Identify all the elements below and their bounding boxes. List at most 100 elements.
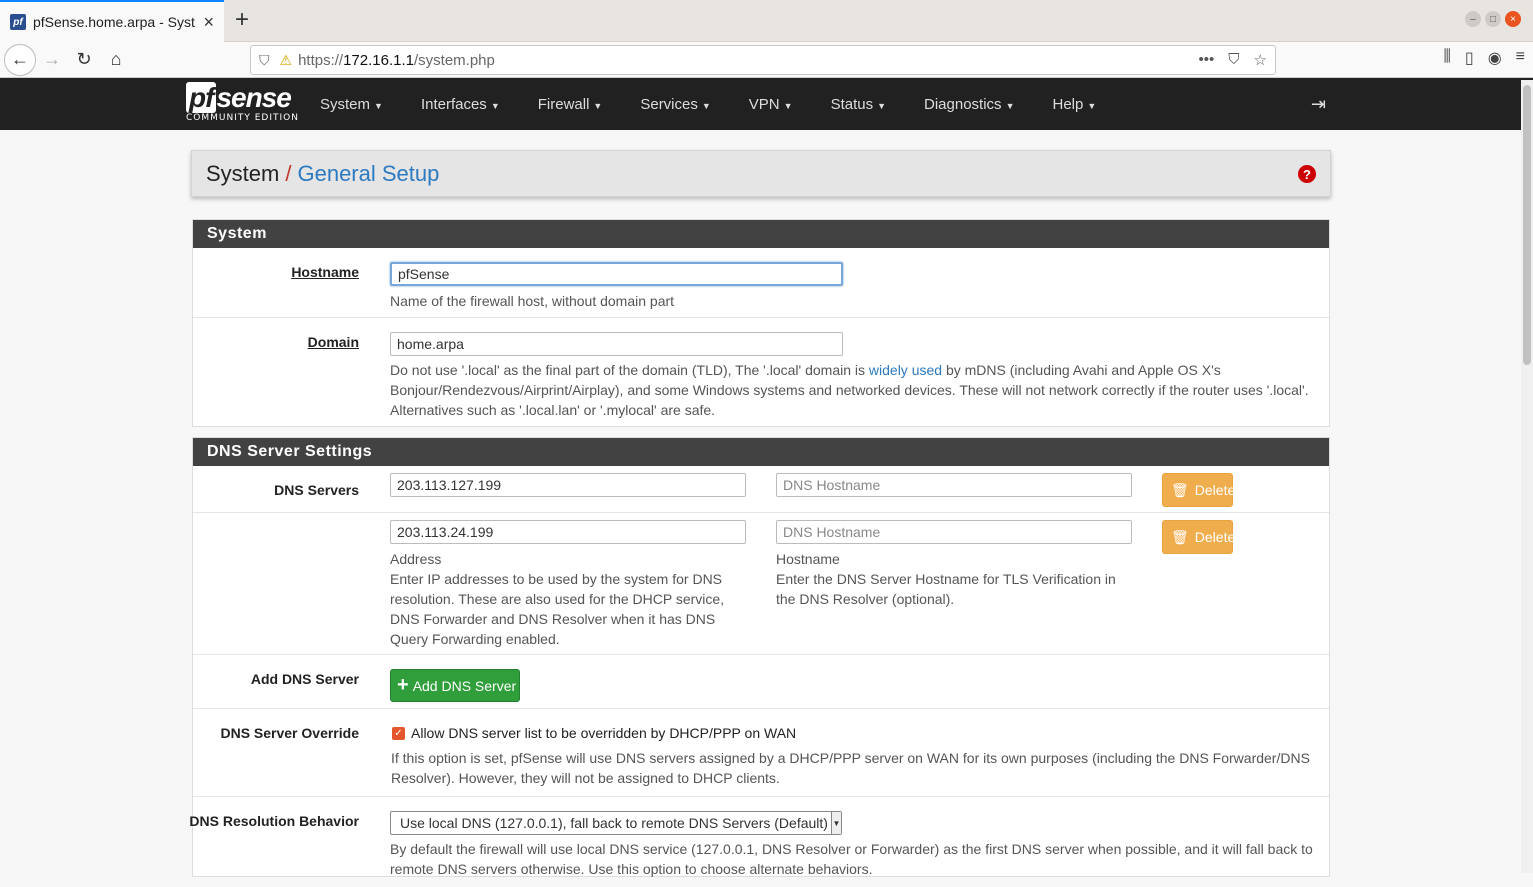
address-caption: Address (390, 551, 442, 567)
add-dns-row: Add DNS Server + Add DNS Server (193, 655, 1329, 709)
close-window-icon[interactable]: × (1505, 11, 1521, 27)
hostname-input[interactable]: pfSense (390, 262, 843, 286)
breadcrumb-current[interactable]: General Setup (297, 161, 439, 187)
browser-navbar: ← → ↻ ⌂ ⛉ ⚠ https://172.16.1.1/system.ph… (0, 42, 1533, 78)
address-help: Enter IP addresses to be used by the sys… (390, 571, 725, 647)
caret-down-icon: ▼ (374, 100, 383, 111)
bookmark-star-icon[interactable]: ☆ (1254, 51, 1267, 69)
dns-behavior-row: DNS Resolution Behavior Use local DNS (1… (189, 797, 1329, 887)
logout-icon[interactable]: ⇥ (1311, 94, 1326, 115)
pfsense-logo[interactable]: pf sense COMMUNITY EDITION (186, 82, 299, 123)
system-panel: System Hostname pfSense Name of the fire… (192, 219, 1330, 427)
url-host: 172.16.1.1 (343, 51, 414, 69)
tab-title: pfSense.home.arpa - Syst (33, 14, 195, 30)
browser-toolbar: ⫼ ▯ ◉ ≡ (1444, 48, 1526, 68)
override-help: If this option is set, pfSense will use … (391, 750, 1310, 786)
menu-diagnostics[interactable]: Diagnostics ▼ (924, 96, 1014, 113)
menu-interfaces[interactable]: Interfaces ▼ (421, 96, 500, 113)
logo-edition: COMMUNITY EDITION (186, 113, 299, 123)
dns-hostname-input[interactable]: DNS Hostname (776, 473, 1132, 497)
dns-hostname-input[interactable]: DNS Hostname (776, 520, 1132, 544)
url-scheme: https:// (298, 51, 344, 69)
pocket-icon[interactable]: ⛉ (1228, 51, 1239, 69)
breadcrumb-separator: / (285, 160, 292, 186)
hostname-row: Hostname pfSense Name of the firewall ho… (193, 248, 1329, 318)
caret-down-icon: ▼ (1005, 100, 1015, 111)
close-tab-icon[interactable]: × (203, 12, 214, 33)
dns-server-row: 203.113.24.199 DNS Hostname 🗑 Delete Addr… (193, 513, 1329, 655)
caret-down-icon: ▼ (701, 100, 711, 111)
back-icon[interactable]: ← (4, 43, 36, 76)
menu-services[interactable]: Services ▼ (640, 96, 710, 113)
panel-title: System (193, 220, 1329, 248)
pfsense-favicon-icon: pf (10, 14, 26, 30)
menu-system[interactable]: System ▼ (320, 96, 383, 113)
page-scrollbar[interactable] (1521, 80, 1533, 873)
new-tab-icon[interactable]: + (230, 6, 254, 34)
library-icon[interactable]: ⫼ (1444, 48, 1451, 68)
url-bar[interactable]: ⛉ ⚠ https://172.16.1.1/system.php ••• ⛉ … (250, 45, 1276, 75)
dns-behavior-label: DNS Resolution Behavior (189, 813, 359, 829)
breadcrumb-parent: System (206, 160, 280, 186)
caret-down-icon: ▼ (1087, 100, 1097, 111)
pfsense-header: pf sense COMMUNITY EDITION System ▼ Interf… (0, 78, 1533, 130)
domain-row: Domain home.arpa Do not use '.local' as … (193, 318, 1329, 427)
dns-address-input[interactable]: 203.113.127.199 (390, 473, 746, 497)
menu-firewall[interactable]: Firewall ▼ (538, 96, 603, 113)
browser-tabbar: pf pfSense.home.arpa - Syst × + – □ × (0, 0, 1533, 42)
browser-tab[interactable]: pf pfSense.home.arpa - Syst × (0, 0, 224, 42)
home-icon[interactable]: ⌂ (100, 44, 132, 76)
dns-settings-panel: DNS Server Settings DNS Servers 203.113.… (189, 437, 1330, 877)
delete-dns-button[interactable]: 🗑 Delete (1162, 520, 1235, 554)
dns-override-row: DNS Server Override ✓ Allow DNS server l… (193, 709, 1329, 797)
trash-icon: 🗑 (1171, 481, 1189, 498)
domain-label: Domain (307, 334, 359, 350)
add-dns-server-button[interactable]: + Add DNS Server (390, 669, 520, 702)
dns-behavior-select[interactable]: Use local DNS (127.0.0.1), fall back to … (390, 811, 842, 835)
hostname-help: Enter the DNS Server Hostname for TLS Ve… (776, 571, 1116, 607)
hostname-help: Name of the firewall host, without domai… (390, 293, 675, 309)
widely-used-link[interactable]: widely used (869, 362, 942, 378)
window-controls: – □ × (1465, 11, 1521, 27)
add-dns-label: Add DNS Server (250, 671, 359, 687)
page-actions-icon[interactable]: ••• (1199, 51, 1215, 69)
hostname-caption: Hostname (776, 551, 840, 567)
sidebar-icon[interactable]: ▯ (1465, 48, 1474, 68)
hostname-label: Hostname (291, 264, 359, 280)
caret-down-icon: ▼ (593, 100, 603, 111)
menu-vpn[interactable]: VPN ▼ (749, 96, 793, 113)
menu-help[interactable]: Help ▼ (1052, 96, 1096, 113)
reload-icon[interactable]: ↻ (68, 44, 100, 76)
account-icon[interactable]: ◉ (1488, 48, 1502, 68)
behavior-help: By default the firewall will use local D… (390, 841, 1313, 877)
forward-icon[interactable]: → (36, 44, 68, 76)
plus-icon: + (397, 674, 409, 696)
scrollbar-thumb[interactable] (1523, 85, 1531, 365)
caret-down-icon: ▼ (490, 100, 500, 111)
dns-override-label: DNS Server Override (220, 725, 359, 741)
delete-dns-button[interactable]: 🗑 Delete (1162, 473, 1235, 507)
insecure-lock-icon[interactable]: ⚠ (280, 52, 293, 69)
minimize-icon[interactable]: – (1465, 11, 1481, 27)
logo-pf: pf (186, 82, 217, 113)
override-text[interactable]: Allow DNS server list to be overridden b… (411, 723, 796, 743)
panel-title: DNS Server Settings (193, 438, 1329, 466)
url-text[interactable]: https://172.16.1.1/system.php (298, 52, 1198, 69)
select-arrow-icon: ▼ (831, 812, 841, 834)
domain-help: Do not use '.local' as the final part of… (390, 362, 1309, 418)
help-icon[interactable]: ? (1298, 165, 1316, 183)
caret-down-icon: ▼ (877, 100, 887, 111)
dns-server-row: DNS Servers 203.113.127.199 DNS Hostname… (193, 466, 1329, 513)
menu-status[interactable]: Status ▼ (831, 96, 886, 113)
dns-servers-label: DNS Servers (274, 482, 359, 498)
url-path: /system.php (414, 51, 495, 69)
domain-input[interactable]: home.arpa (390, 332, 843, 356)
hamburger-menu-icon[interactable]: ≡ (1516, 48, 1525, 68)
maximize-icon[interactable]: □ (1485, 11, 1501, 27)
trash-icon: 🗑 (1171, 528, 1189, 545)
logo-sense: sense (216, 82, 291, 113)
override-checkbox[interactable]: ✓ (392, 727, 405, 740)
breadcrumb: System / General Setup ? (191, 150, 1331, 197)
shield-icon[interactable]: ⛉ (259, 52, 270, 69)
dns-address-input[interactable]: 203.113.24.199 (390, 520, 746, 544)
